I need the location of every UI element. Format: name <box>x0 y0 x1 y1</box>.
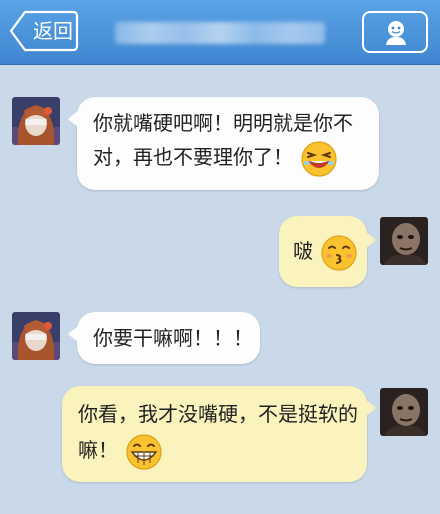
user-profile-icon <box>386 21 406 45</box>
back-button[interactable]: 返回 <box>9 10 79 52</box>
message-text: 对，再也不要理你了！ <box>93 145 293 169</box>
blurred-contact-name <box>115 22 325 44</box>
grinning-emoji-icon <box>124 432 164 472</box>
back-label: 返回 <box>33 19 73 43</box>
message-text: 你看，我才没嘴硬，不是挺软的 <box>78 402 358 426</box>
contact-avatar[interactable] <box>12 97 60 145</box>
profile-button[interactable] <box>362 11 428 53</box>
message-text: 啵 <box>293 239 313 263</box>
my-avatar[interactable] <box>380 217 428 265</box>
kissing-emoji-icon <box>319 233 359 273</box>
message-text: 你要干嘛啊！！！ <box>93 326 253 350</box>
my-avatar[interactable] <box>380 388 428 436</box>
outgoing-message-bubble[interactable]: 你看，我才没嘴硬，不是挺软的 嘛！ <box>62 386 376 482</box>
incoming-message-bubble[interactable]: 你要干嘛啊！！！ <box>68 312 260 364</box>
incoming-message-bubble[interactable]: 你就嘴硬吧啊！明明就是你不 对，再也不要理你了！ <box>68 97 379 190</box>
contact-avatar[interactable] <box>12 312 60 360</box>
message-text: 嘛！ <box>78 438 118 462</box>
title-bar: 返回 <box>0 0 440 65</box>
outgoing-message-bubble[interactable]: 啵 <box>279 216 376 287</box>
laughing-emoji-icon <box>299 139 339 179</box>
